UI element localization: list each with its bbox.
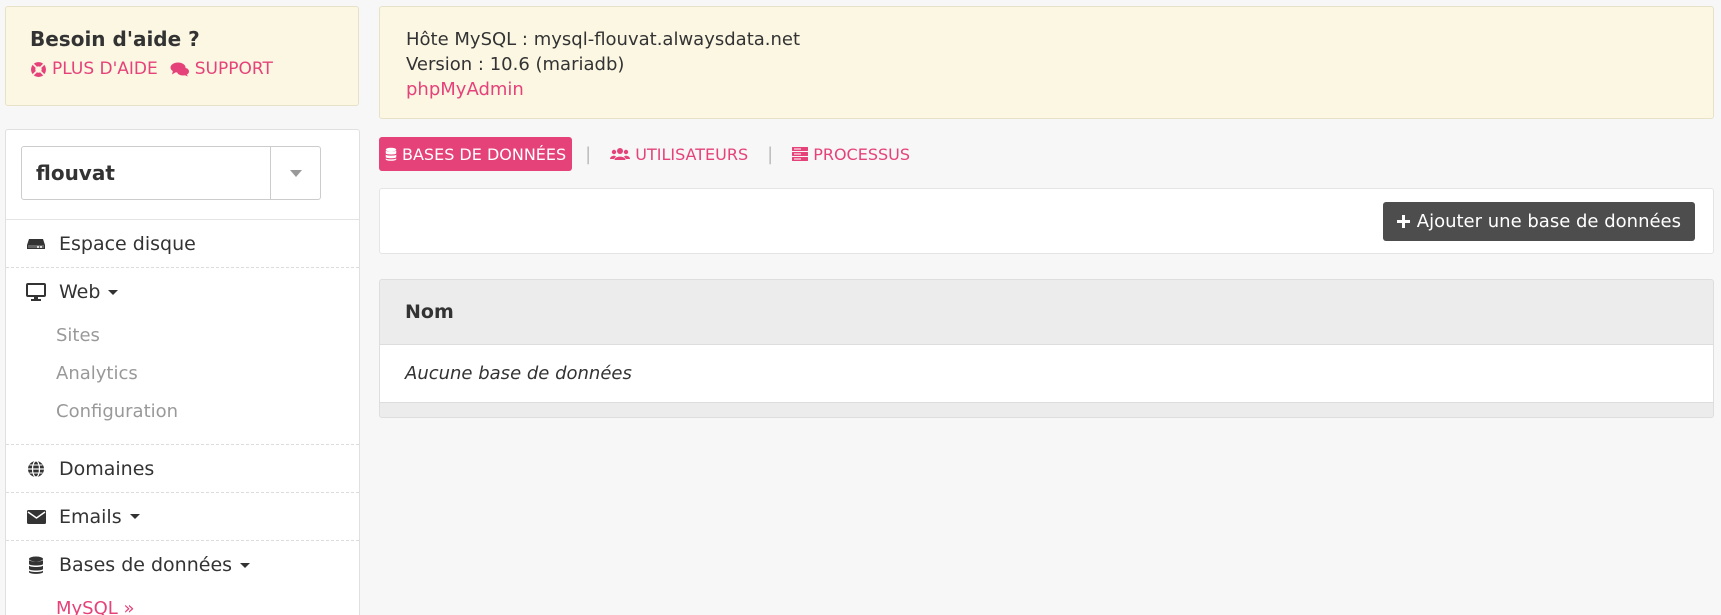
- users-icon: [610, 148, 631, 160]
- account-select[interactable]: flouvat: [21, 146, 321, 200]
- sidebar-subitem-mysql[interactable]: MySQL »: [6, 589, 359, 615]
- account-select-value: flouvat: [36, 161, 115, 185]
- globe-icon: [25, 458, 47, 480]
- tab-label: PROCESSUS: [813, 144, 911, 164]
- envelope-icon: [25, 506, 47, 528]
- table-empty-row: Aucune base de données: [380, 345, 1713, 403]
- phpmyadmin-link[interactable]: phpMyAdmin: [406, 77, 524, 102]
- tab-separator: |: [767, 143, 774, 165]
- section-tabs: BASES DE DONNÉES | UTILISATEURS | PROCES…: [379, 137, 916, 171]
- tab-users[interactable]: UTILISATEURS: [604, 137, 754, 171]
- support-label: SUPPORT: [194, 59, 273, 79]
- sidebar-item-label: Emails: [59, 505, 122, 528]
- sidebar-item-databases[interactable]: Bases de données: [6, 541, 359, 589]
- more-help-label: PLUS D'AIDE: [52, 59, 158, 79]
- tab-databases[interactable]: BASES DE DONNÉES: [379, 137, 573, 171]
- more-help-link[interactable]: PLUS D'AIDE: [30, 59, 158, 79]
- tab-processes[interactable]: PROCESSUS: [786, 137, 916, 171]
- caret-down-icon: [108, 289, 119, 295]
- tab-label: BASES DE DONNÉES: [402, 144, 567, 164]
- sidebar-item-label: Espace disque: [59, 232, 196, 255]
- desktop-icon: [25, 281, 47, 303]
- tab-label: UTILISATEURS: [635, 144, 749, 164]
- add-database-button[interactable]: Ajouter une base de données: [1382, 202, 1695, 241]
- databases-table: Nom Aucune base de données: [379, 279, 1714, 418]
- sidebar-item-label: Web: [59, 281, 101, 303]
- database-icon: [385, 147, 397, 161]
- plus-icon: [1396, 215, 1410, 228]
- sidebar-subitem-analytics[interactable]: Analytics: [6, 354, 359, 392]
- hdd-icon: [25, 233, 47, 255]
- sidebar-nav: Espace disque Web Sites Analytics Config…: [6, 219, 359, 615]
- sidebar-item-emails[interactable]: Emails: [6, 493, 359, 541]
- mysql-version: Version : 10.6 (mariadb): [406, 54, 625, 75]
- toolbar: Ajouter une base de données: [379, 188, 1714, 254]
- sidebar: flouvat Espace disque Web Sites Analytic…: [5, 129, 360, 615]
- help-box: Besoin d'aide ? PLUS D'AIDE SUPPORT: [5, 6, 359, 106]
- lifebuoy-icon: [31, 61, 46, 77]
- support-link[interactable]: SUPPORT: [170, 59, 273, 79]
- sidebar-subitem-sites[interactable]: Sites: [6, 316, 359, 354]
- sidebar-subitem-configuration[interactable]: Configuration: [6, 392, 359, 430]
- sidebar-item-disk[interactable]: Espace disque: [6, 220, 359, 268]
- sidebar-group-databases: Bases de données MySQL »: [6, 541, 359, 615]
- tab-separator: |: [585, 143, 592, 165]
- caret-down-icon: [129, 514, 140, 519]
- sidebar-item-label: Bases de données: [59, 554, 233, 576]
- help-title: Besoin d'aide ?: [30, 27, 200, 51]
- sidebar-group-web: Web Sites Analytics Configuration: [6, 268, 359, 445]
- table-header-name: Nom: [380, 280, 1713, 345]
- add-database-label: Ajouter une base de données: [1416, 211, 1681, 232]
- mysql-host: Hôte MySQL : mysql-flouvat.alwaysdata.ne…: [406, 29, 801, 50]
- help-links: PLUS D'AIDE SUPPORT: [30, 59, 334, 79]
- sidebar-item-label: Domaines: [59, 457, 155, 480]
- sidebar-item-web[interactable]: Web: [6, 268, 359, 316]
- chevron-down-icon[interactable]: [270, 147, 320, 199]
- server-icon: [792, 147, 809, 161]
- comments-icon: [170, 62, 189, 76]
- mysql-info-box: Hôte MySQL : mysql-flouvat.alwaysdata.ne…: [379, 6, 1714, 119]
- sidebar-item-domains[interactable]: Domaines: [6, 445, 359, 493]
- caret-down-icon: [240, 562, 251, 568]
- database-icon: [25, 554, 47, 576]
